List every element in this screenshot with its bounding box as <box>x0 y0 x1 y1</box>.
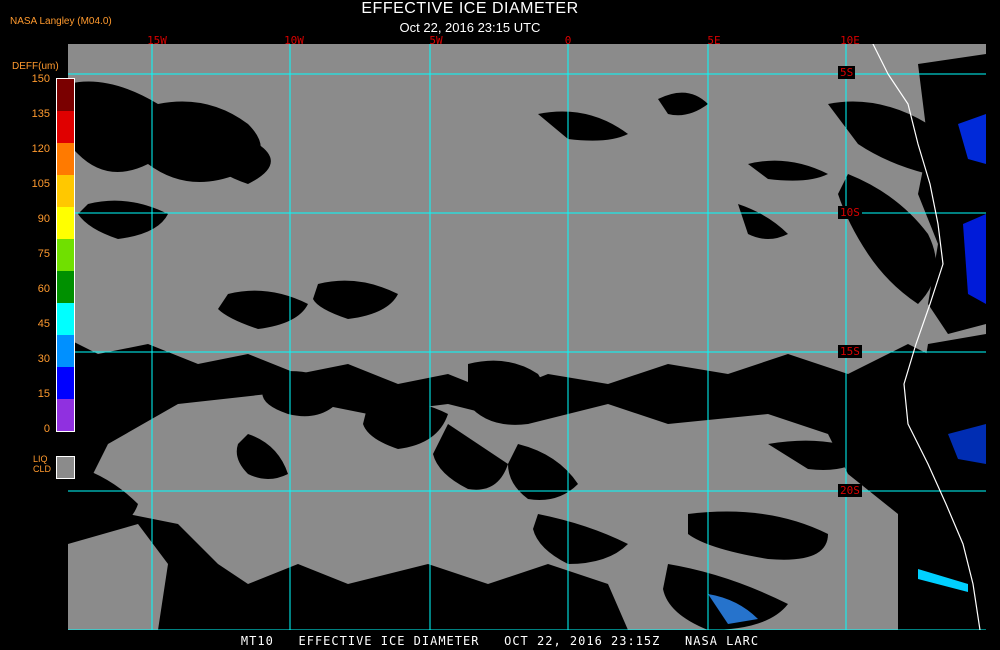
satellite-map <box>68 44 986 630</box>
liquid-label-line-2: CLD <box>33 464 52 474</box>
colorbar-tick-label: 135 <box>31 108 50 120</box>
colorbar-tick-label: 15 <box>37 388 50 400</box>
colorbar <box>56 78 75 432</box>
liquid-cloud-swatch <box>56 456 75 479</box>
colorbar-tick-label: 90 <box>37 213 50 225</box>
colorbar-tick-label: 60 <box>37 283 50 295</box>
colorbar-segment <box>57 239 74 271</box>
colorbar-segment <box>57 367 74 399</box>
colorbar-segment <box>57 111 74 143</box>
colorbar-unit-label: DEFF(um) <box>12 61 59 72</box>
colorbar-tick-label: 75 <box>37 248 50 260</box>
colorbar-tick-label: 0 <box>43 423 50 435</box>
colorbar-tick-label: 45 <box>37 318 50 330</box>
colorbar-segment <box>57 399 74 431</box>
colorbar-tick-label: 150 <box>31 73 50 85</box>
page-title: EFFECTIVE ICE DIAMETER <box>361 0 579 17</box>
colorbar-segment <box>57 271 74 303</box>
colorbar-segment <box>57 207 74 239</box>
liquid-label-line-1: LIQ <box>33 454 48 464</box>
footer-caption: MT10 EFFECTIVE ICE DIAMETER OCT 22, 2016… <box>240 634 760 648</box>
lat-label-15s: 15S <box>838 345 862 358</box>
colorbar-segment <box>57 175 74 207</box>
liquid-cloud-legend-label: LIQ CLD <box>33 454 51 474</box>
colorbar-segment <box>57 335 74 367</box>
colorbar-segment <box>57 303 74 335</box>
colorbar-segment <box>57 79 74 111</box>
colorbar-segment <box>57 143 74 175</box>
colorbar-tick-label: 105 <box>31 178 50 190</box>
lat-label-10s: 10S <box>838 206 862 219</box>
colorbar-tick-label: 30 <box>37 353 50 365</box>
lat-label-5s: 5S <box>838 66 856 79</box>
colorbar-tick-label: 120 <box>31 143 50 155</box>
timestamp: Oct 22, 2016 23:15 UTC <box>399 20 541 35</box>
lat-label-20s: 20S <box>838 484 862 497</box>
